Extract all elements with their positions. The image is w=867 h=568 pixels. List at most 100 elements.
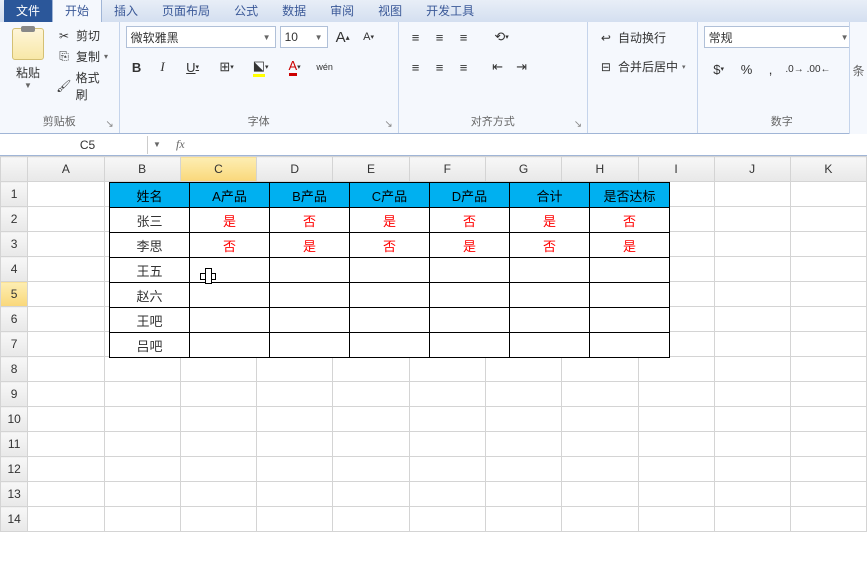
font-color-button[interactable]: A▾: [280, 56, 310, 78]
table-cell[interactable]: [590, 283, 670, 308]
cell-K9[interactable]: [790, 382, 866, 407]
copy-button[interactable]: ⎘复制▾: [54, 47, 113, 66]
fx-icon[interactable]: fx: [170, 137, 191, 152]
col-header-D[interactable]: D: [257, 157, 333, 182]
table-cell[interactable]: [190, 258, 270, 283]
cell-C8[interactable]: [180, 357, 256, 382]
italic-button[interactable]: I: [152, 56, 174, 78]
ribbon-overflow[interactable]: 条: [849, 22, 867, 134]
cell-I11[interactable]: [638, 432, 714, 457]
cell-J11[interactable]: [714, 432, 790, 457]
format-painter-button[interactable]: 🖌格式刷: [54, 68, 113, 104]
percent-button[interactable]: %: [736, 58, 758, 80]
cell-B8[interactable]: [104, 357, 180, 382]
tab-view[interactable]: 视图: [366, 0, 414, 22]
cell-G9[interactable]: [485, 382, 561, 407]
table-cell[interactable]: 王五: [110, 258, 190, 283]
table-cell[interactable]: [270, 308, 350, 333]
tab-formula[interactable]: 公式: [222, 0, 270, 22]
cell-A5[interactable]: [28, 282, 104, 307]
cell-F8[interactable]: [409, 357, 485, 382]
accounting-button[interactable]: $▾: [704, 58, 734, 80]
paste-button[interactable]: 粘贴 ▼: [6, 26, 50, 111]
cell-F10[interactable]: [409, 407, 485, 432]
table-cell[interactable]: 否: [190, 233, 270, 258]
cell-F11[interactable]: [409, 432, 485, 457]
cell-A14[interactable]: [28, 507, 104, 532]
row-header-5[interactable]: 5: [1, 282, 28, 307]
col-header-G[interactable]: G: [485, 157, 561, 182]
worksheet-grid[interactable]: ABCDEFGHIJK1234567891011121314 姓名A产品B产品C…: [0, 156, 867, 532]
tab-data[interactable]: 数据: [270, 0, 318, 22]
font-size-combo[interactable]: 10▼: [280, 26, 328, 48]
cell-I12[interactable]: [638, 457, 714, 482]
cell-J7[interactable]: [714, 332, 790, 357]
table-cell[interactable]: [190, 308, 270, 333]
table-cell[interactable]: 是: [190, 208, 270, 233]
col-header-K[interactable]: K: [790, 157, 866, 182]
cell-J12[interactable]: [714, 457, 790, 482]
cell-A10[interactable]: [28, 407, 104, 432]
cell-J9[interactable]: [714, 382, 790, 407]
cell-C12[interactable]: [180, 457, 256, 482]
cell-C11[interactable]: [180, 432, 256, 457]
row-header-1[interactable]: 1: [1, 182, 28, 207]
number-format-combo[interactable]: 常规▼: [704, 26, 854, 48]
cell-K3[interactable]: [790, 232, 866, 257]
cell-K1[interactable]: [790, 182, 866, 207]
cell-C14[interactable]: [180, 507, 256, 532]
col-header-C[interactable]: C: [180, 157, 256, 182]
cell-D9[interactable]: [257, 382, 333, 407]
cell-A11[interactable]: [28, 432, 104, 457]
cell-D13[interactable]: [257, 482, 333, 507]
table-cell[interactable]: 否: [350, 233, 430, 258]
col-header-I[interactable]: I: [638, 157, 714, 182]
cell-J1[interactable]: [714, 182, 790, 207]
col-header-F[interactable]: F: [409, 157, 485, 182]
cell-I14[interactable]: [638, 507, 714, 532]
cell-K14[interactable]: [790, 507, 866, 532]
cell-J14[interactable]: [714, 507, 790, 532]
cell-E10[interactable]: [333, 407, 409, 432]
cell-E13[interactable]: [333, 482, 409, 507]
col-header-B[interactable]: B: [104, 157, 180, 182]
col-header-H[interactable]: H: [562, 157, 638, 182]
row-header-4[interactable]: 4: [1, 257, 28, 282]
bold-button[interactable]: B: [126, 56, 148, 78]
cell-B13[interactable]: [104, 482, 180, 507]
cell-I9[interactable]: [638, 382, 714, 407]
row-header-8[interactable]: 8: [1, 357, 28, 382]
table-cell[interactable]: 是: [430, 233, 510, 258]
cell-F9[interactable]: [409, 382, 485, 407]
cell-H12[interactable]: [562, 457, 638, 482]
cell-J4[interactable]: [714, 257, 790, 282]
increase-decimal-button[interactable]: .0→: [784, 58, 806, 80]
name-box[interactable]: C5: [28, 136, 148, 154]
clipboard-launcher[interactable]: ↘: [103, 117, 117, 131]
table-cell[interactable]: [430, 283, 510, 308]
col-header-A[interactable]: A: [28, 157, 104, 182]
cell-J3[interactable]: [714, 232, 790, 257]
table-cell[interactable]: 否: [590, 208, 670, 233]
cell-J8[interactable]: [714, 357, 790, 382]
cell-H13[interactable]: [562, 482, 638, 507]
cell-K13[interactable]: [790, 482, 866, 507]
row-header-13[interactable]: 13: [1, 482, 28, 507]
table-cell[interactable]: [270, 283, 350, 308]
table-cell[interactable]: [430, 333, 510, 358]
cell-E9[interactable]: [333, 382, 409, 407]
cell-A1[interactable]: [28, 182, 104, 207]
cell-G13[interactable]: [485, 482, 561, 507]
table-cell[interactable]: [510, 308, 590, 333]
cell-D12[interactable]: [257, 457, 333, 482]
cell-J5[interactable]: [714, 282, 790, 307]
wrap-text-button[interactable]: ↩自动换行: [594, 26, 691, 49]
cell-C13[interactable]: [180, 482, 256, 507]
cell-H9[interactable]: [562, 382, 638, 407]
cell-K6[interactable]: [790, 307, 866, 332]
tab-home[interactable]: 开始: [52, 0, 102, 22]
table-cell[interactable]: 是: [270, 233, 350, 258]
table-cell[interactable]: 否: [270, 208, 350, 233]
row-header-9[interactable]: 9: [1, 382, 28, 407]
border-button[interactable]: ⊞▾: [212, 56, 242, 78]
